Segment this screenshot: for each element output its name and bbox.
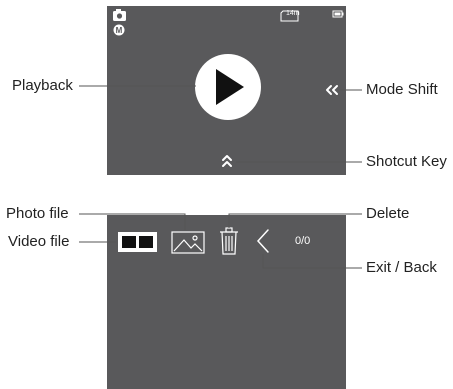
photo-file-icon[interactable] — [171, 231, 205, 254]
battery-icon — [332, 10, 344, 18]
callout-playback: Playback — [12, 77, 73, 94]
manual-mode-icon: M — [113, 24, 125, 36]
double-chevron-up-icon[interactable] — [222, 155, 232, 167]
trash-icon[interactable] — [220, 227, 238, 255]
callout-exit-back: Exit / Back — [366, 259, 437, 276]
diagram-graphics: M — [79, 9, 362, 269]
remaining-time-label: 14m — [286, 10, 300, 17]
file-counter: 0/0 — [295, 235, 311, 247]
double-chevron-left-icon[interactable] — [326, 85, 338, 95]
video-file-icon[interactable] — [118, 232, 157, 252]
callout-delete: Delete — [366, 205, 410, 222]
callout-video-file: Video file — [8, 233, 70, 250]
callout-photo-file: Photo file — [6, 205, 69, 222]
svg-text:M: M — [116, 26, 123, 35]
callout-mode-shift: Mode Shift — [366, 81, 438, 98]
camera-icon — [113, 9, 126, 21]
callout-shortcut-key: Shotcut Key — [366, 153, 447, 170]
chevron-left-icon[interactable] — [256, 229, 269, 253]
play-icon[interactable] — [195, 54, 261, 120]
